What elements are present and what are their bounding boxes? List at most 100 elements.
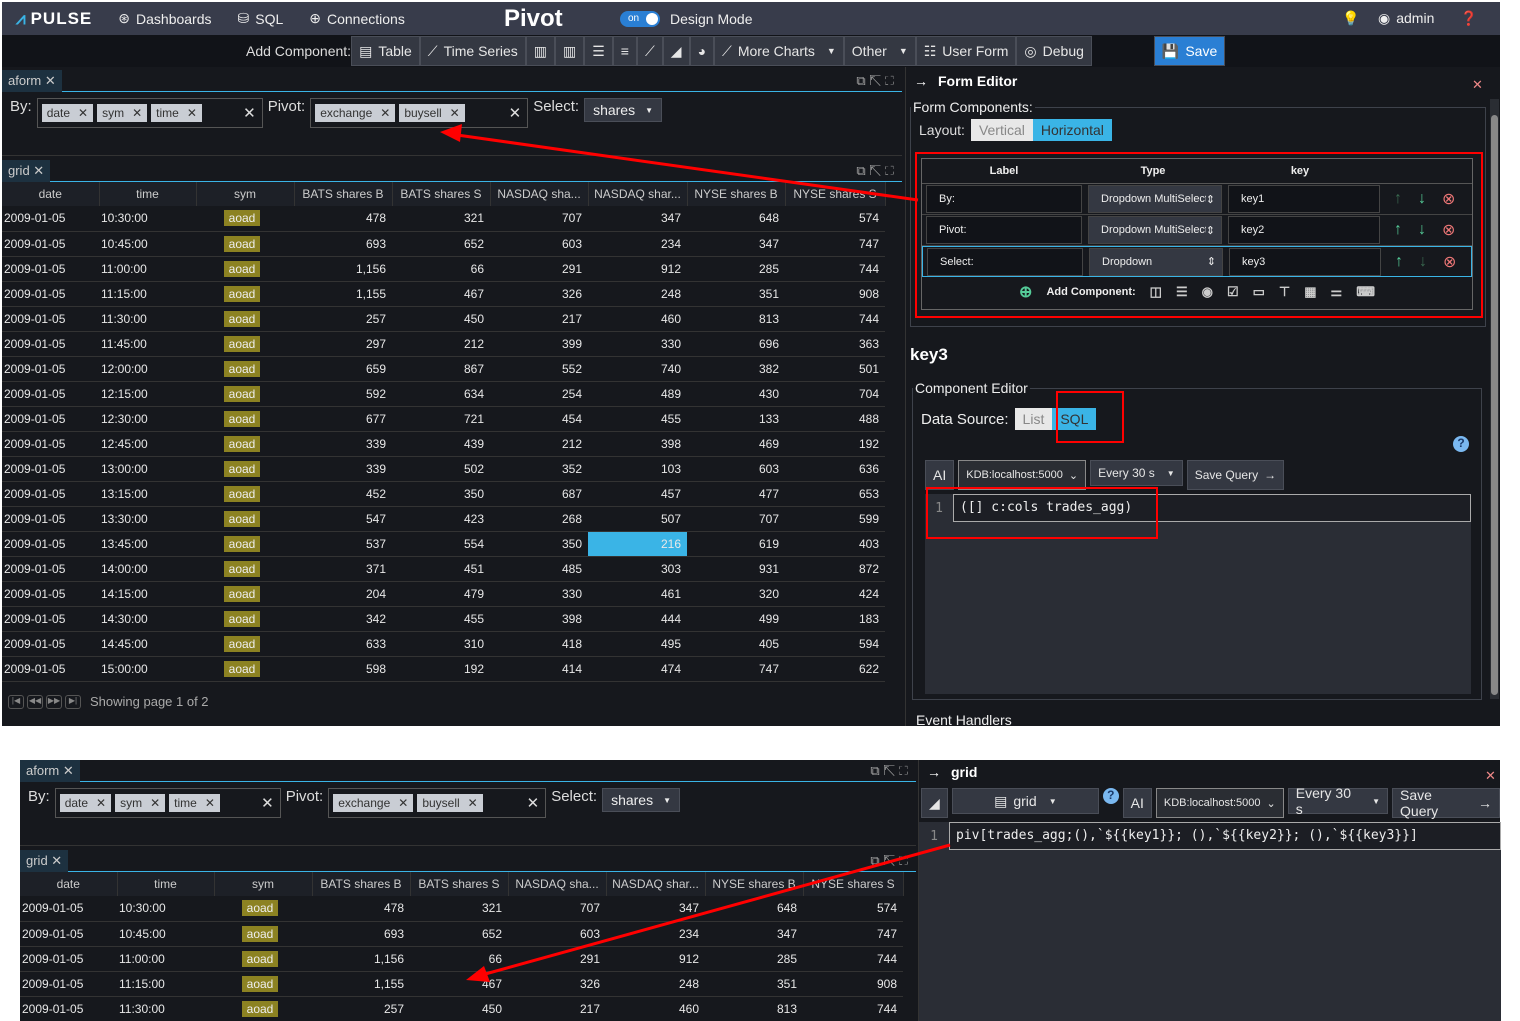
cell[interactable]: 2009-01-05 <box>2 256 99 282</box>
cell[interactable]: aoad <box>196 281 294 307</box>
cell[interactable]: aoad <box>214 921 312 947</box>
cell[interactable]: 285 <box>705 946 803 972</box>
cell[interactable]: 813 <box>705 996 803 1021</box>
table-row[interactable]: 2009-01-05 15:00:00 aoad 598 192 414 474 747 622 <box>2 656 885 682</box>
cell[interactable]: 248 <box>588 281 687 307</box>
cell[interactable]: aoad <box>196 431 294 457</box>
cell[interactable]: 320 <box>687 581 785 607</box>
cell[interactable]: 15:00:00 <box>99 656 196 682</box>
cell[interactable]: 659 <box>294 356 392 382</box>
column-header[interactable]: BATS shares S <box>392 182 491 206</box>
cell[interactable]: 382 <box>687 356 785 382</box>
data-source-list[interactable]: List <box>1014 408 1053 430</box>
table-row[interactable]: 2009-01-05 11:15:00 aoad 1,155 467 326 248 351 9… <box>2 281 885 307</box>
cell[interactable]: 2009-01-05 <box>2 206 99 232</box>
cell[interactable]: 451 <box>392 556 490 582</box>
table-row[interactable]: 2009-01-05 13:45:00 aoad 537 554 350 216 619 403 <box>2 531 885 557</box>
cell[interactable]: 10:30:00 <box>99 206 196 232</box>
cell[interactable]: 721 <box>392 406 490 432</box>
cell[interactable]: 217 <box>490 306 588 332</box>
cell[interactable]: 634 <box>392 381 490 407</box>
cell[interactable]: 212 <box>392 331 490 357</box>
cell[interactable]: 450 <box>410 996 508 1021</box>
clear-icon[interactable]: ✕ <box>527 794 540 812</box>
column-header[interactable]: NYSE shares B <box>705 872 804 896</box>
cell[interactable]: 912 <box>588 256 687 282</box>
cell[interactable]: 268 <box>490 506 588 532</box>
cell[interactable]: 330 <box>490 581 588 607</box>
cell[interactable]: 2009-01-05 <box>2 656 99 682</box>
chip-sym[interactable]: sym ✕ <box>97 104 148 122</box>
pie-chart-button[interactable]: ◕ <box>689 36 715 66</box>
cell[interactable]: 677 <box>294 406 392 432</box>
debug-button[interactable]: ◎ Debug <box>1016 36 1092 66</box>
cell[interactable]: 467 <box>410 971 508 997</box>
refresh-select[interactable]: Every 30 s ▼ <box>1090 460 1183 486</box>
clear-icon[interactable]: ✕ <box>243 104 256 122</box>
select-dropdown[interactable]: shares ▼ <box>602 788 681 812</box>
cell[interactable]: 204 <box>294 581 392 607</box>
select-dropdown[interactable]: shares ▼ <box>584 98 663 122</box>
tab-aform[interactable]: aform ✕ <box>20 759 80 782</box>
cell[interactable]: 652 <box>392 231 490 257</box>
cell[interactable]: 14:00:00 <box>99 556 196 582</box>
cell[interactable]: 291 <box>490 256 588 282</box>
cell[interactable]: 1,156 <box>312 946 410 972</box>
cell[interactable]: 2009-01-05 <box>2 481 99 507</box>
cell[interactable]: 452 <box>294 481 392 507</box>
cell[interactable]: 14:30:00 <box>99 606 196 632</box>
table-row[interactable]: 2009-01-05 11:00:00 aoad 1,156 66 291 912 285 74… <box>2 256 885 282</box>
cell[interactable]: 598 <box>294 656 392 682</box>
cell[interactable]: 633 <box>294 631 392 657</box>
remove-chip-icon[interactable]: ✕ <box>468 796 478 810</box>
column-header[interactable]: NYSE shares B <box>687 182 786 206</box>
cell[interactable]: aoad <box>214 971 312 997</box>
cell[interactable]: 507 <box>588 506 687 532</box>
by-multiselect[interactable]: date ✕ sym ✕ time ✕ ✕ <box>36 98 263 128</box>
cell[interactable]: 13:15:00 <box>99 481 196 507</box>
cell[interactable]: 2009-01-05 <box>2 581 99 607</box>
table-row[interactable]: 2009-01-05 14:00:00 aoad 371 451 485 303 931 872 <box>2 556 885 582</box>
cell[interactable]: 744 <box>803 946 903 972</box>
cell[interactable]: 254 <box>490 381 588 407</box>
cell[interactable]: 2009-01-05 <box>20 971 117 997</box>
cell[interactable]: 744 <box>785 306 885 332</box>
cell[interactable]: 747 <box>687 656 785 682</box>
cell[interactable]: aoad <box>196 506 294 532</box>
cell[interactable]: 2009-01-05 <box>2 281 99 307</box>
scrollbar[interactable] <box>1490 99 1499 699</box>
cell[interactable]: aoad <box>214 946 312 972</box>
cell[interactable]: 285 <box>687 256 785 282</box>
cell[interactable]: aoad <box>196 256 294 282</box>
cell[interactable]: 813 <box>687 306 785 332</box>
cell[interactable]: 599 <box>785 506 885 532</box>
chip-time[interactable]: time ✕ <box>151 104 202 122</box>
cell[interactable]: 352 <box>490 456 588 482</box>
layout-horizontal[interactable]: Horizontal <box>1032 119 1112 141</box>
table-row[interactable]: 2009-01-05 10:30:00 aoad 478 321 707 347 648 574 <box>2 206 885 232</box>
cell[interactable]: 2009-01-05 <box>2 356 99 382</box>
cell[interactable]: 747 <box>785 231 885 257</box>
cell[interactable]: 552 <box>490 356 588 382</box>
cell[interactable]: 2009-01-05 <box>2 556 99 582</box>
cell[interactable]: 10:30:00 <box>117 896 214 922</box>
cell[interactable]: 931 <box>687 556 785 582</box>
clear-icon[interactable]: ✕ <box>261 794 274 812</box>
line-chart-button[interactable]: ⟋ <box>636 36 663 66</box>
table-row[interactable]: 2009-01-05 11:30:00 aoad 257 450 217 460 813 744 <box>2 306 885 332</box>
ai-button[interactable]: AI <box>925 460 955 490</box>
column-header[interactable]: BATS shares B <box>294 182 393 206</box>
cell[interactable]: aoad <box>196 656 294 682</box>
cell[interactable]: 234 <box>606 921 705 947</box>
ai-button[interactable]: AI <box>1122 788 1152 818</box>
table-row[interactable]: 2009-01-05 14:30:00 aoad 342 455 398 444 499 183 <box>2 606 885 632</box>
cell[interactable]: aoad <box>214 996 312 1021</box>
pivot-multiselect[interactable]: exchange ✕ buysell ✕ ✕ <box>310 98 529 128</box>
column-header[interactable]: date <box>20 872 118 896</box>
cell[interactable]: 603 <box>508 921 606 947</box>
table-row[interactable]: 2009-01-05 11:45:00 aoad 297 212 399 330 696 363 <box>2 331 885 357</box>
remove-chip-icon[interactable]: ✕ <box>96 796 106 810</box>
cell[interactable]: aoad <box>196 531 294 557</box>
column-header[interactable]: time <box>117 872 215 896</box>
cell[interactable]: 2009-01-05 <box>2 631 99 657</box>
